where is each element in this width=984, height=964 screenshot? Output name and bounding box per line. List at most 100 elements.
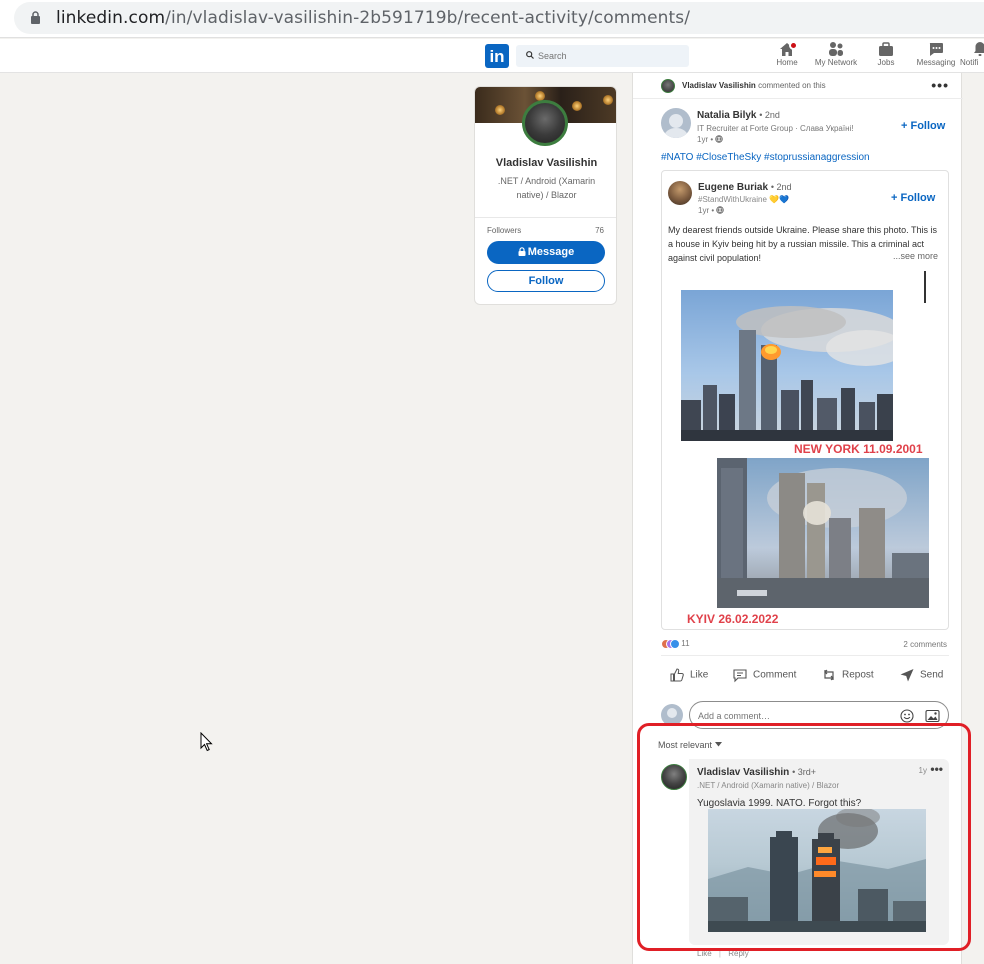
comment-button[interactable]: Comment — [732, 667, 796, 683]
like-label: Like — [690, 669, 709, 681]
lock-icon — [518, 247, 526, 256]
commenter-degree: • 3rd+ — [792, 767, 816, 777]
kyiv-buildings-illustration — [717, 458, 929, 608]
post-follow-button[interactable]: + Follow — [901, 120, 945, 132]
post-author-degree: • 2nd — [759, 110, 780, 120]
comment-icon — [733, 669, 747, 683]
commenter-avatar[interactable] — [661, 764, 687, 790]
repost-time-text: 1yr • — [698, 206, 715, 215]
new-york-photo[interactable] — [681, 290, 893, 441]
activity-header: Vladislav Vasilishin commented on this •… — [633, 73, 963, 99]
comments-count[interactable]: 2 comments — [903, 640, 947, 649]
caret-down-icon — [714, 742, 722, 747]
repost-time: 1yr • — [698, 206, 725, 215]
url-domain: linkedin.com — [56, 8, 166, 28]
profile-card: Vladislav Vasilishin .NET / Android (Xam… — [474, 86, 617, 305]
address-bar[interactable]: linkedin.com/in/vladislav-vasilishin-2b5… — [14, 2, 984, 34]
comment-actions: Like | Reply — [697, 949, 749, 958]
nav-jobs[interactable]: Jobs — [872, 41, 900, 71]
profile-name[interactable]: Vladislav Vasilishin — [475, 157, 616, 169]
jobs-icon — [879, 42, 893, 56]
repost-label: Repost — [842, 669, 874, 681]
nav-home[interactable]: Home — [772, 41, 802, 71]
yugoslavia-photo[interactable] — [708, 809, 926, 932]
send-icon — [900, 669, 914, 682]
nav-home-label: Home — [776, 58, 798, 67]
separator: | — [718, 949, 721, 958]
media-scrollbar[interactable] — [924, 271, 926, 303]
globe-icon — [715, 135, 724, 143]
activity-header-text: Vladislav Vasilishin commented on this — [682, 81, 826, 90]
reposted-post: Eugene Buriak • 2nd #StandWithUkraine 💛💙… — [661, 170, 949, 630]
linkedin-top-nav: in Home My Network Jobs Messaging — [0, 39, 984, 73]
comment-time: 1y — [918, 766, 927, 775]
kyiv-photo[interactable] — [717, 458, 929, 608]
nav-messaging[interactable]: Messaging — [914, 41, 958, 71]
nav-my-network-label: My Network — [814, 58, 858, 67]
send-button[interactable]: Send — [899, 667, 943, 683]
post-author[interactable]: Natalia Bilyk • 2nd — [697, 110, 780, 121]
repost-author-avatar[interactable] — [668, 181, 692, 205]
comment-like-button[interactable]: Like — [697, 949, 712, 958]
follow-button[interactable]: Follow — [487, 270, 605, 292]
like-reaction-icon — [670, 639, 680, 649]
nav-jobs-label: Jobs — [877, 58, 895, 67]
commenter-name: Vladislav Vasilishin — [697, 767, 790, 778]
repost-author-name: Eugene Buriak — [698, 182, 769, 193]
comment-options-button[interactable]: ••• — [930, 762, 943, 776]
browser-toolbar: linkedin.com/in/vladislav-vasilishin-2b5… — [0, 0, 984, 38]
actor-avatar[interactable] — [661, 79, 675, 93]
message-button[interactable]: Message — [487, 241, 605, 264]
lock-icon[interactable] — [30, 11, 41, 24]
post-author-name: Natalia Bilyk — [697, 110, 757, 121]
post-author-subtitle: IT Recruiter at Forte Group · Слава Укра… — [697, 124, 854, 133]
see-more-link[interactable]: ...see more — [889, 251, 938, 261]
nav-notifications[interactable]: Notifi — [960, 41, 984, 71]
comment-box[interactable] — [689, 701, 949, 729]
post-time-text: 1yr • — [697, 135, 714, 144]
search-box[interactable] — [516, 45, 689, 67]
url-text[interactable]: linkedin.com/in/vladislav-vasilishin-2b5… — [56, 8, 690, 28]
post-time: 1yr • — [697, 135, 724, 144]
post-author-avatar[interactable] — [661, 108, 691, 138]
thumbs-up-icon — [670, 668, 684, 682]
actor-name[interactable]: Vladislav Vasilishin — [682, 81, 756, 90]
nav-notifications-label: Notifi — [960, 58, 979, 67]
reactions-summary[interactable]: 11 — [661, 639, 690, 649]
divider — [475, 217, 616, 218]
network-icon — [829, 42, 843, 56]
send-label: Send — [920, 669, 944, 681]
sort-dropdown[interactable]: Most relevant — [658, 740, 722, 750]
more-options-button[interactable]: ••• — [931, 77, 949, 93]
repost-author[interactable]: Eugene Buriak • 2nd — [698, 182, 791, 193]
image-icon[interactable] — [925, 709, 940, 723]
commenter-headline: .NET / Android (Xamarin native) / Blazor — [697, 781, 840, 790]
profile-avatar[interactable] — [522, 100, 568, 146]
linkedin-logo[interactable]: in — [485, 44, 509, 68]
mouse-cursor-icon — [200, 732, 213, 752]
nav-messaging-label: Messaging — [916, 58, 956, 67]
activity-feed: Vladislav Vasilishin commented on this •… — [632, 73, 963, 964]
commenter[interactable]: Vladislav Vasilishin • 3rd+ — [697, 767, 816, 778]
followers-label: Followers — [487, 226, 522, 235]
my-avatar[interactable] — [661, 704, 683, 726]
bell-icon — [974, 42, 984, 56]
burning-towers-illustration — [708, 809, 926, 932]
like-button[interactable]: Like — [669, 667, 708, 683]
nav-my-network[interactable]: My Network — [812, 41, 860, 71]
activity-action: commented on this — [758, 81, 826, 90]
post-hashtags[interactable]: #NATO #CloseTheSky #stoprussianaggressio… — [661, 152, 870, 163]
reaction-icons — [661, 639, 680, 649]
comment-reply-button[interactable]: Reply — [728, 949, 748, 958]
new-york-skyline-illustration — [681, 306, 893, 441]
divider — [661, 655, 949, 656]
profile-headline: .NET / Android (Xamarin native) / Blazor — [497, 176, 596, 200]
comment-input[interactable] — [698, 710, 888, 722]
repost-author-subtitle: #StandWithUkraine 💛💙 — [698, 195, 790, 204]
repost-follow-button[interactable]: + Follow — [891, 192, 935, 204]
emoji-icon[interactable] — [900, 709, 914, 723]
repost-button[interactable]: Repost — [821, 667, 874, 683]
search-input[interactable] — [538, 48, 678, 64]
kyiv-caption: KYIV 26.02.2022 — [687, 612, 779, 626]
comment-bubble: Vladislav Vasilishin • 3rd+ .NET / Andro… — [689, 759, 949, 945]
